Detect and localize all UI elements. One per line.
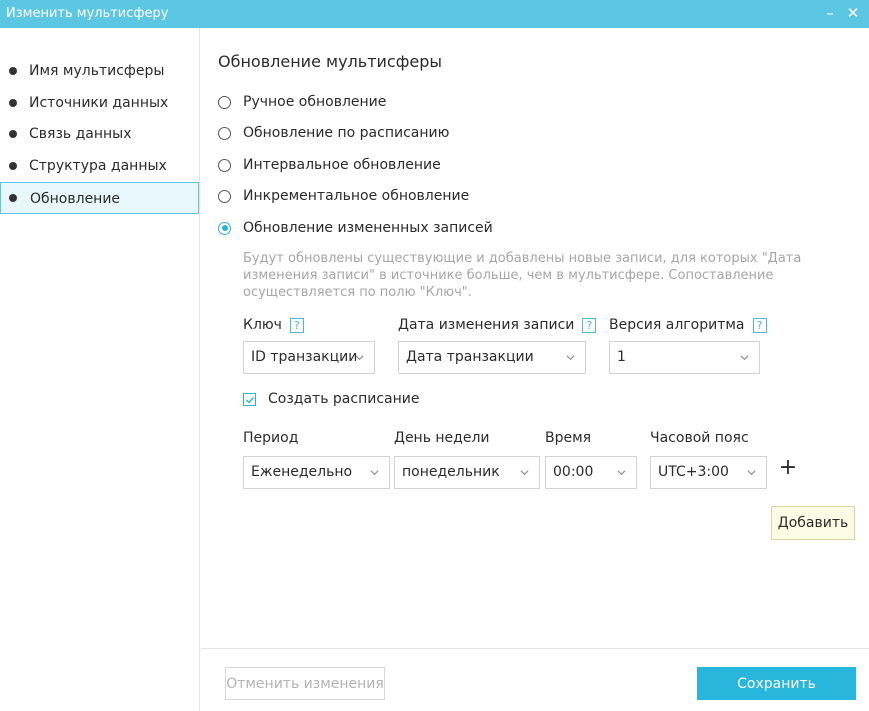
- algorithm-label-text: Версия алгоритма: [609, 317, 745, 333]
- select-value: понедельник: [402, 464, 500, 480]
- page-title: Обновление мультисферы: [218, 52, 443, 71]
- key-field-label: Ключ ?: [243, 317, 304, 333]
- sidebar-item-data-sources[interactable]: Источники данных: [0, 87, 199, 119]
- help-icon[interactable]: ?: [289, 317, 304, 333]
- radio-icon[interactable]: [218, 189, 231, 203]
- chevron-down-icon: [520, 470, 529, 476]
- help-icon[interactable]: ?: [752, 317, 767, 333]
- bullet-icon: [9, 130, 17, 138]
- key-select[interactable]: ID транзакции: [243, 341, 375, 374]
- radio-label: Инкрементальное обновление: [243, 188, 470, 204]
- bullet-icon: [9, 67, 17, 75]
- sidebar-item-label: Обновление: [30, 191, 121, 207]
- radio-changed-records-update[interactable]: Обновление измененных записей: [218, 218, 493, 238]
- sidebar-item-update[interactable]: Обновление: [0, 182, 199, 214]
- radio-label: Обновление измененных записей: [243, 220, 493, 236]
- add-tooltip: Добавить: [771, 506, 855, 540]
- sidebar-item-label: Имя мультисферы: [29, 63, 165, 79]
- radio-interval-update[interactable]: Интервальное обновление: [218, 155, 441, 175]
- chevron-down-icon: [370, 470, 379, 476]
- sidebar-item-label: Структура данных: [29, 158, 167, 174]
- close-icon[interactable]: ✕: [843, 3, 863, 23]
- weekday-label: День недели: [394, 430, 490, 446]
- radio-label: Обновление по расписанию: [243, 125, 450, 141]
- create-schedule-checkbox[interactable]: Создать расписание: [243, 389, 419, 409]
- radio-incremental-update[interactable]: Инкрементальное обновление: [218, 186, 469, 206]
- timezone-select[interactable]: UTC+3:00: [650, 456, 767, 489]
- modified-date-label-text: Дата изменения записи: [398, 317, 575, 333]
- window-title: Изменить мультисферу: [6, 6, 169, 21]
- add-schedule-plus-icon[interactable]: +: [778, 457, 798, 479]
- window-titlebar: Изменить мультисферу – ✕: [0, 0, 869, 28]
- chevron-down-icon: [566, 355, 575, 361]
- period-label: Период: [243, 430, 299, 446]
- select-value: 00:00: [553, 464, 594, 480]
- chevron-down-icon: [355, 355, 364, 361]
- bullet-icon: [9, 162, 17, 170]
- minimize-icon[interactable]: –: [820, 3, 840, 23]
- select-value: UTC+3:00: [658, 464, 729, 480]
- algorithm-field-label: Версия алгоритма ?: [609, 317, 767, 333]
- radio-icon[interactable]: [218, 158, 231, 172]
- sidebar-item-data-links[interactable]: Связь данных: [0, 118, 199, 150]
- select-value: ID транзакции: [251, 349, 358, 365]
- help-icon[interactable]: ?: [582, 317, 597, 333]
- weekday-select[interactable]: понедельник: [394, 456, 540, 489]
- sidebar-item-label: Источники данных: [29, 95, 169, 111]
- save-button[interactable]: Сохранить: [697, 667, 856, 700]
- bullet-icon: [9, 194, 17, 202]
- key-label-text: Ключ: [243, 317, 282, 333]
- modified-date-field-label: Дата изменения записи ?: [398, 317, 597, 333]
- main-panel: Обновление мультисферы Ручное обновление…: [201, 28, 869, 711]
- footer-divider: [201, 648, 869, 649]
- radio-icon[interactable]: [218, 95, 231, 109]
- chevron-down-icon: [740, 355, 749, 361]
- chevron-down-icon: [617, 470, 626, 476]
- cancel-changes-button[interactable]: Отменить изменения: [225, 667, 385, 700]
- sidebar-item-data-structure[interactable]: Структура данных: [0, 150, 199, 182]
- bullet-icon: [9, 99, 17, 107]
- checkbox-label: Создать расписание: [268, 391, 420, 407]
- time-select[interactable]: 00:00: [545, 456, 637, 489]
- radio-manual-update[interactable]: Ручное обновление: [218, 92, 386, 112]
- period-select[interactable]: Еженедельно: [243, 456, 390, 489]
- checkbox-checked-icon[interactable]: [243, 392, 256, 406]
- select-value: Дата транзакции: [406, 349, 534, 365]
- mode-description: Будут обновлены существующие и добавлены…: [243, 251, 802, 300]
- sidebar-item-name[interactable]: Имя мультисферы: [0, 55, 199, 87]
- sidebar-item-label: Связь данных: [29, 126, 132, 142]
- radio-icon[interactable]: [218, 126, 231, 140]
- radio-label: Интервальное обновление: [243, 157, 441, 173]
- chevron-down-icon: [747, 470, 756, 476]
- algorithm-select[interactable]: 1: [609, 341, 760, 374]
- select-value: Еженедельно: [251, 464, 353, 480]
- sidebar: Имя мультисферы Источники данных Связь д…: [0, 28, 200, 711]
- radio-scheduled-update[interactable]: Обновление по расписанию: [218, 123, 449, 143]
- timezone-label: Часовой пояс: [650, 430, 749, 446]
- select-value: 1: [617, 349, 626, 365]
- modified-date-select[interactable]: Дата транзакции: [398, 341, 586, 374]
- radio-checked-icon[interactable]: [218, 221, 231, 235]
- radio-label: Ручное обновление: [243, 94, 387, 110]
- time-label: Время: [545, 430, 592, 446]
